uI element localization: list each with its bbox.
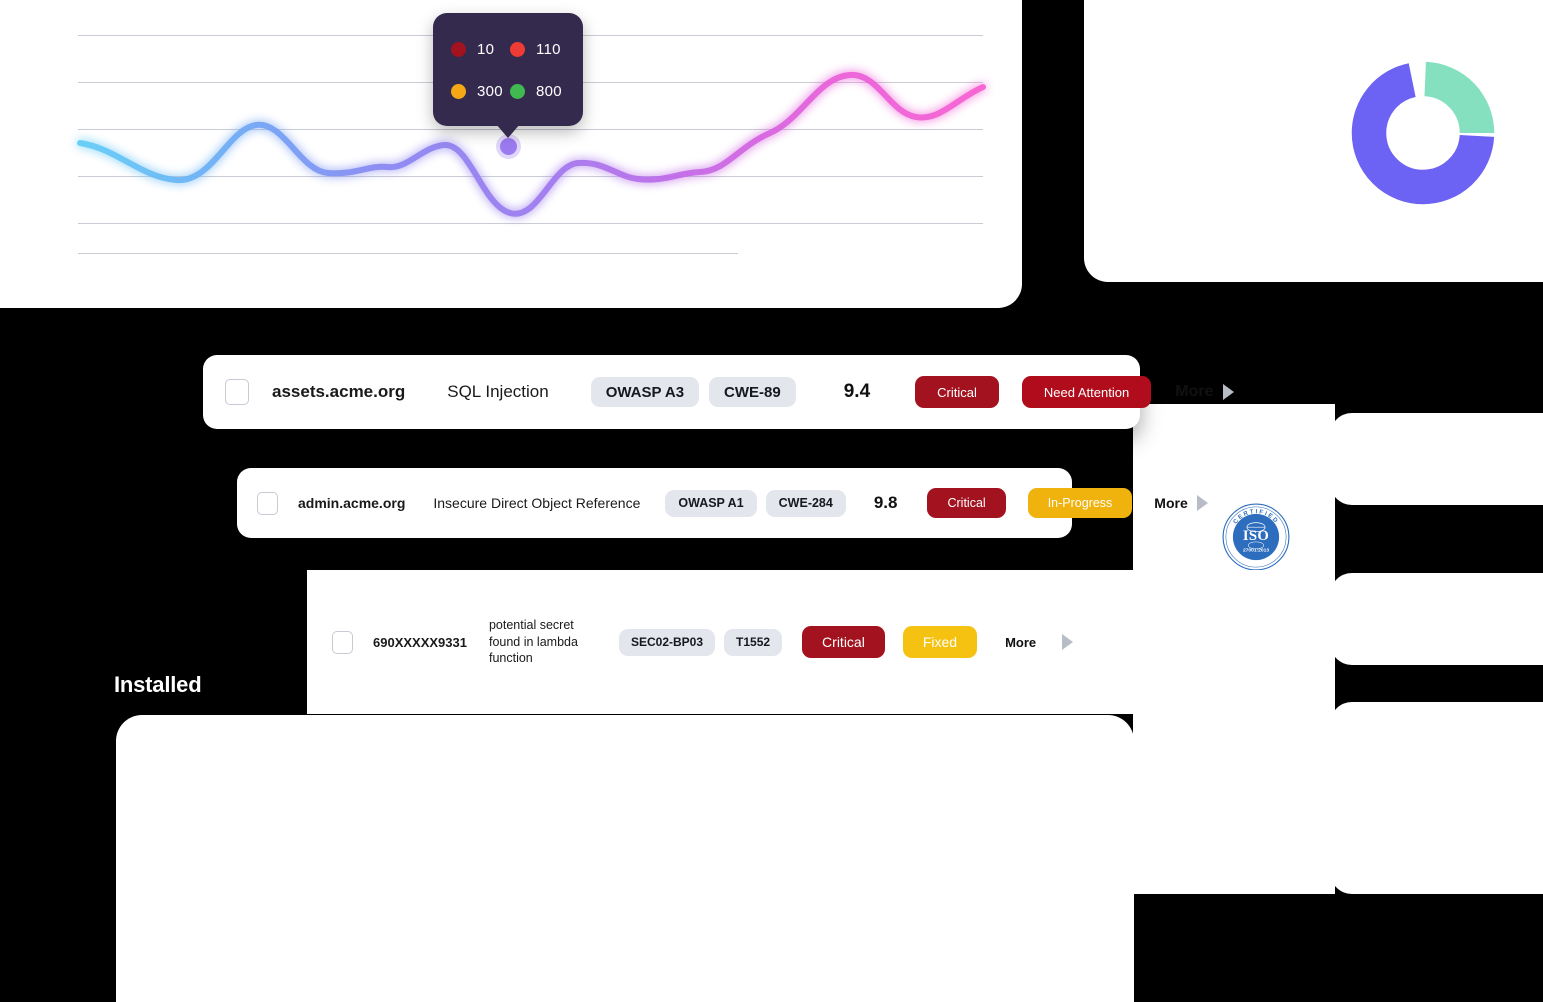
more-button[interactable]: More [1175, 383, 1235, 401]
iso-standard-text: 27001:2013 [1243, 548, 1269, 554]
framework-tag[interactable]: OWASP A1 [665, 489, 757, 517]
framework-tag[interactable]: OWASP A3 [590, 377, 700, 407]
severity-badge[interactable]: Critical [927, 488, 1006, 518]
vulnerability-name: SQL Injection [447, 382, 549, 401]
tag-group: OWASP A3 CWE-89 [590, 377, 796, 407]
right-placeholder-card-2 [1330, 573, 1543, 665]
row-checkbox[interactable] [332, 630, 353, 654]
tooltip-legend-item: 300 [451, 83, 510, 100]
tooltip-value: 110 [536, 41, 561, 59]
status-badge[interactable]: Need Attention [1021, 376, 1152, 408]
tooltip-value: 10 [477, 41, 495, 59]
asset-name: assets.acme.org [272, 382, 406, 401]
technique-tag[interactable]: T1552 [724, 628, 783, 656]
cwe-tag[interactable]: CWE-89 [709, 377, 796, 407]
cvss-score: 9.4 [843, 381, 871, 402]
asset-name: admin.acme.org [298, 495, 406, 511]
legend-dot-icon [451, 83, 466, 99]
right-placeholder-card-3 [1330, 702, 1543, 894]
chart-tooltip: 10 110 300 800 [433, 13, 583, 138]
finding-row[interactable]: admin.acme.org Insecure Direct Object Re… [237, 468, 1208, 538]
legend-dot-icon [510, 83, 525, 99]
right-placeholder-card-1 [1330, 413, 1543, 505]
more-button[interactable]: More [1154, 495, 1208, 511]
chart-highlight-point[interactable] [500, 138, 517, 155]
line-chart-card: 10 110 300 800 [0, 0, 1022, 308]
tooltip-legend-item: 110 [510, 41, 569, 58]
framework-tag[interactable]: SEC02-BP03 [618, 628, 716, 656]
finding-row[interactable]: assets.acme.org SQL Injection OWASP A3 C… [203, 355, 1235, 429]
donut-chart [1351, 61, 1495, 205]
tooltip-legend-item: 800 [510, 83, 569, 100]
severity-badge[interactable]: Critical [802, 626, 885, 658]
status-badge[interactable]: Fixed [902, 626, 978, 658]
installed-label: Installed [114, 672, 202, 697]
status-group: Critical Need Attention [915, 376, 1152, 408]
chevron-right-icon [1223, 384, 1235, 400]
chevron-right-icon [1062, 634, 1074, 650]
asset-name: 690XXXXX9331 [373, 634, 467, 650]
more-button[interactable]: More [1005, 634, 1074, 650]
chevron-right-icon [1196, 495, 1208, 511]
page-root: 10 110 300 800 CERTIFIED COMPANY ISO 270… [0, 0, 1543, 1002]
tooltip-tail-icon [496, 124, 520, 138]
status-group: Critical Fixed [802, 626, 978, 658]
tooltip-value: 800 [536, 82, 562, 100]
donut-chart-card [1084, 0, 1543, 282]
bottom-placeholder-card [116, 715, 1134, 1002]
tag-group: SEC02-BP03 T1552 [618, 628, 783, 656]
more-label: More [1005, 634, 1037, 650]
row-checkbox[interactable] [225, 379, 249, 405]
cvss-score: 9.8 [873, 493, 898, 512]
severity-badge[interactable]: Critical [915, 376, 999, 408]
iso-certification-badge: CERTIFIED COMPANY ISO 27001:2013 [1221, 502, 1291, 572]
vulnerability-name: potential secret found in lambda functio… [488, 617, 578, 666]
tooltip-value: 300 [477, 82, 503, 100]
finding-row[interactable]: 690XXXXX9331 potential secret found in l… [307, 570, 1333, 714]
tag-group: OWASP A1 CWE-284 [665, 489, 846, 517]
row-checkbox[interactable] [257, 491, 278, 515]
status-badge[interactable]: In-Progress [1027, 488, 1133, 518]
vulnerability-name: Insecure Direct Object Reference [433, 495, 641, 511]
tooltip-legend-item: 10 [451, 41, 510, 58]
legend-dot-icon [510, 42, 525, 58]
cwe-tag[interactable]: CWE-284 [765, 489, 846, 517]
more-label: More [1175, 383, 1214, 400]
legend-dot-icon [451, 42, 466, 58]
iso-main-text: ISO [1243, 528, 1269, 544]
more-label: More [1154, 495, 1188, 511]
status-group: Critical In-Progress [927, 488, 1133, 518]
